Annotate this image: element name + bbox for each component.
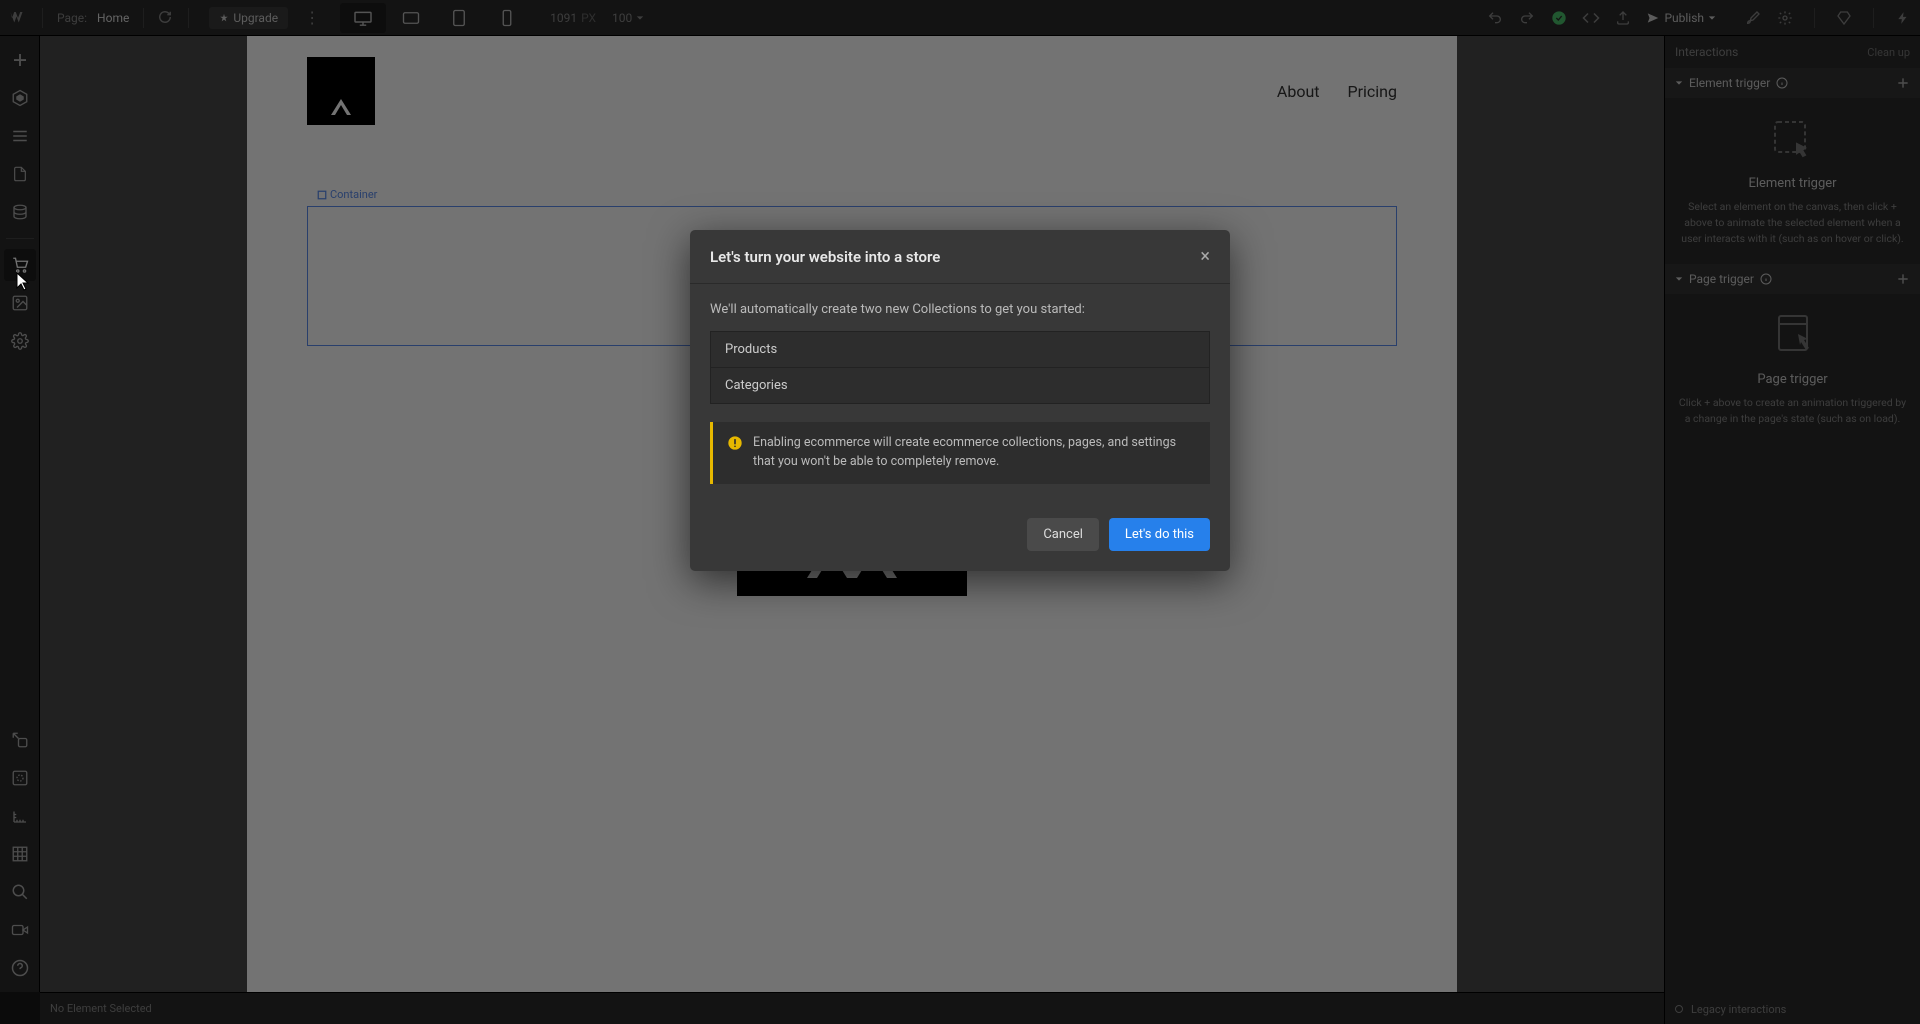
cancel-button[interactable]: Cancel (1027, 518, 1099, 551)
modal-overlay[interactable]: Let's turn your website into a store × W… (0, 0, 1920, 1024)
modal-title: Let's turn your website into a store (710, 248, 940, 266)
warning-box: Enabling ecommerce will create ecommerce… (710, 422, 1210, 484)
collection-item-categories: Categories (710, 368, 1210, 404)
modal-footer: Cancel Let's do this (690, 502, 1230, 571)
modal-body: We'll automatically create two new Colle… (690, 284, 1230, 502)
collection-item-products: Products (710, 331, 1210, 368)
warning-icon (727, 435, 743, 472)
close-icon[interactable]: × (1200, 246, 1210, 267)
ecommerce-setup-modal: Let's turn your website into a store × W… (690, 230, 1230, 571)
confirm-button[interactable]: Let's do this (1109, 518, 1210, 551)
modal-header: Let's turn your website into a store × (690, 230, 1230, 284)
cursor-icon (16, 272, 30, 292)
warning-text: Enabling ecommerce will create ecommerce… (753, 434, 1196, 472)
modal-intro: We'll automatically create two new Colle… (710, 302, 1210, 317)
